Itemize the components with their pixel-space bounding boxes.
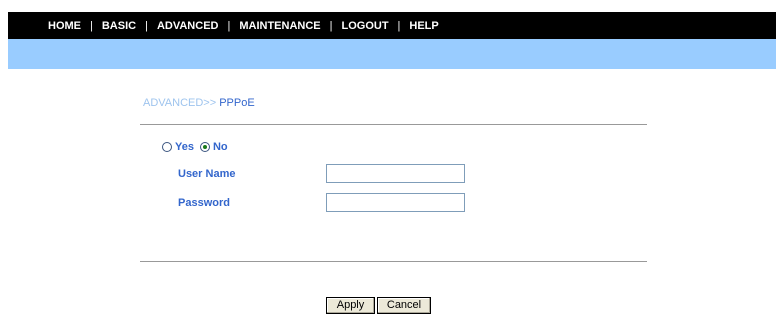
pppoe-yes-label[interactable]: Yes bbox=[175, 141, 194, 153]
nav-advanced-link[interactable]: ADVANCED bbox=[157, 20, 219, 32]
password-label: Password bbox=[178, 197, 230, 209]
pppoe-yes-radio[interactable] bbox=[162, 142, 172, 152]
password-field[interactable] bbox=[326, 193, 465, 212]
pppoe-enable-radio-group: Yes No bbox=[162, 141, 234, 153]
nav-separator: | bbox=[227, 19, 231, 32]
nav-separator: | bbox=[145, 19, 148, 32]
nav-logout-link[interactable]: LOGOUT bbox=[341, 20, 388, 32]
nav-maintenance-link[interactable]: MAINTENANCE bbox=[239, 20, 320, 32]
nav-separator: | bbox=[329, 19, 333, 32]
breadcrumb-section: ADVANCED>> bbox=[143, 97, 220, 109]
pppoe-no-label[interactable]: No bbox=[213, 141, 228, 153]
top-divider bbox=[140, 124, 647, 125]
pppoe-no-radio[interactable] bbox=[199, 142, 210, 152]
top-nav-links: HOME | BASIC | ADVANCED | MAINTENANCE | … bbox=[48, 12, 439, 39]
nav-home-link[interactable]: HOME bbox=[48, 20, 81, 32]
breadcrumb: ADVANCED>> PPPoE bbox=[143, 97, 255, 109]
username-label: User Name bbox=[178, 168, 236, 180]
nav-help-link[interactable]: HELP bbox=[409, 20, 438, 32]
nav-basic-link[interactable]: BASIC bbox=[102, 20, 136, 32]
username-field[interactable] bbox=[326, 164, 465, 183]
bottom-divider bbox=[140, 261, 647, 262]
cancel-button[interactable]: Cancel bbox=[377, 297, 431, 314]
top-nav-bar: HOME | BASIC | ADVANCED | MAINTENANCE | … bbox=[8, 12, 776, 39]
nav-separator: | bbox=[397, 19, 401, 32]
apply-button[interactable]: Apply bbox=[326, 297, 375, 314]
breadcrumb-current: PPPoE bbox=[219, 97, 255, 109]
nav-separator: | bbox=[90, 19, 93, 32]
header-band bbox=[8, 39, 776, 69]
